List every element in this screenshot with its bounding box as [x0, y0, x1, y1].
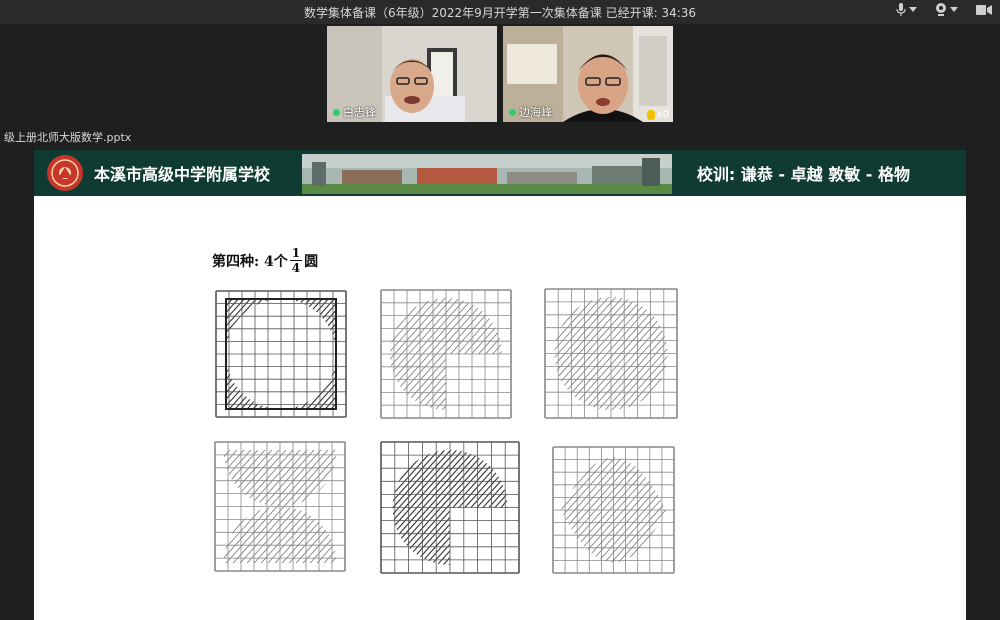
- section-title-prefix: 第四种: 4个: [212, 253, 288, 270]
- mic-control[interactable]: [896, 3, 917, 17]
- pattern-figure-5: [380, 441, 520, 574]
- meeting-title: 数学集体备课（6年级）2022年9月开学第一次集体备课 已经开课: 34:36: [303, 6, 697, 20]
- section-title: 第四种: 4个 1 4 圆: [212, 246, 318, 275]
- participant-videos: 白志锋 边海峰 x0: [327, 26, 673, 122]
- chevron-down-icon: [909, 7, 917, 12]
- raise-hand-badge: x0: [646, 109, 669, 120]
- video-control[interactable]: [976, 4, 992, 16]
- campus-photo: [302, 154, 672, 194]
- file-name-tab[interactable]: 级上册北师大版数学.pptx: [0, 130, 135, 146]
- participant-name-text: 白志锋: [343, 106, 376, 119]
- participant-name: 边海峰: [509, 104, 552, 120]
- audio-indicator-icon: [333, 108, 340, 116]
- slide-header: 本溪市高级中学附属学校 校训: 谦恭 - 卓越 敦敏 - 格物: [34, 150, 966, 196]
- fraction: 1 4: [289, 246, 303, 275]
- camera-control[interactable]: [935, 3, 958, 17]
- school-motto: 校训: 谦恭 - 卓越 敦敏 - 格物: [696, 165, 910, 184]
- fraction-denominator: 4: [291, 261, 301, 275]
- school-logo-icon: [47, 155, 83, 191]
- audio-indicator-icon: [509, 108, 516, 116]
- pattern-figure-3: [544, 288, 678, 419]
- participant-tile[interactable]: 边海峰 x0: [503, 26, 673, 122]
- fraction-numerator: 1: [289, 246, 303, 261]
- top-controls: [896, 3, 992, 17]
- presentation-slide: 本溪市高级中学附属学校 校训: 谦恭 - 卓越 敦敏 - 格物 第四种: 4个 …: [34, 150, 966, 620]
- meeting-window: 数学集体备课（6年级）2022年9月开学第一次集体备课 已经开课: 34:36: [0, 0, 1000, 620]
- chevron-down-icon: [950, 7, 958, 12]
- camera-icon: [936, 3, 946, 16]
- video-icon: [976, 5, 992, 15]
- pattern-figure-4: [214, 441, 346, 572]
- participant-name: 白志锋: [333, 104, 376, 120]
- section-title-suffix: 圆: [304, 253, 319, 270]
- participant-tile[interactable]: 白志锋: [327, 26, 497, 122]
- participant-name-text: 边海峰: [519, 106, 552, 119]
- school-name: 本溪市高级中学附属学校: [94, 165, 271, 184]
- hand-icon: [646, 109, 655, 120]
- pattern-figure-2: [380, 289, 512, 419]
- pattern-figure-1: [215, 290, 347, 418]
- top-bar: 数学集体备课（6年级）2022年9月开学第一次集体备课 已经开课: 34:36: [0, 0, 1000, 24]
- microphone-icon: [896, 3, 906, 16]
- pattern-figure-6: [552, 446, 675, 574]
- raise-hand-count: x0: [656, 109, 669, 120]
